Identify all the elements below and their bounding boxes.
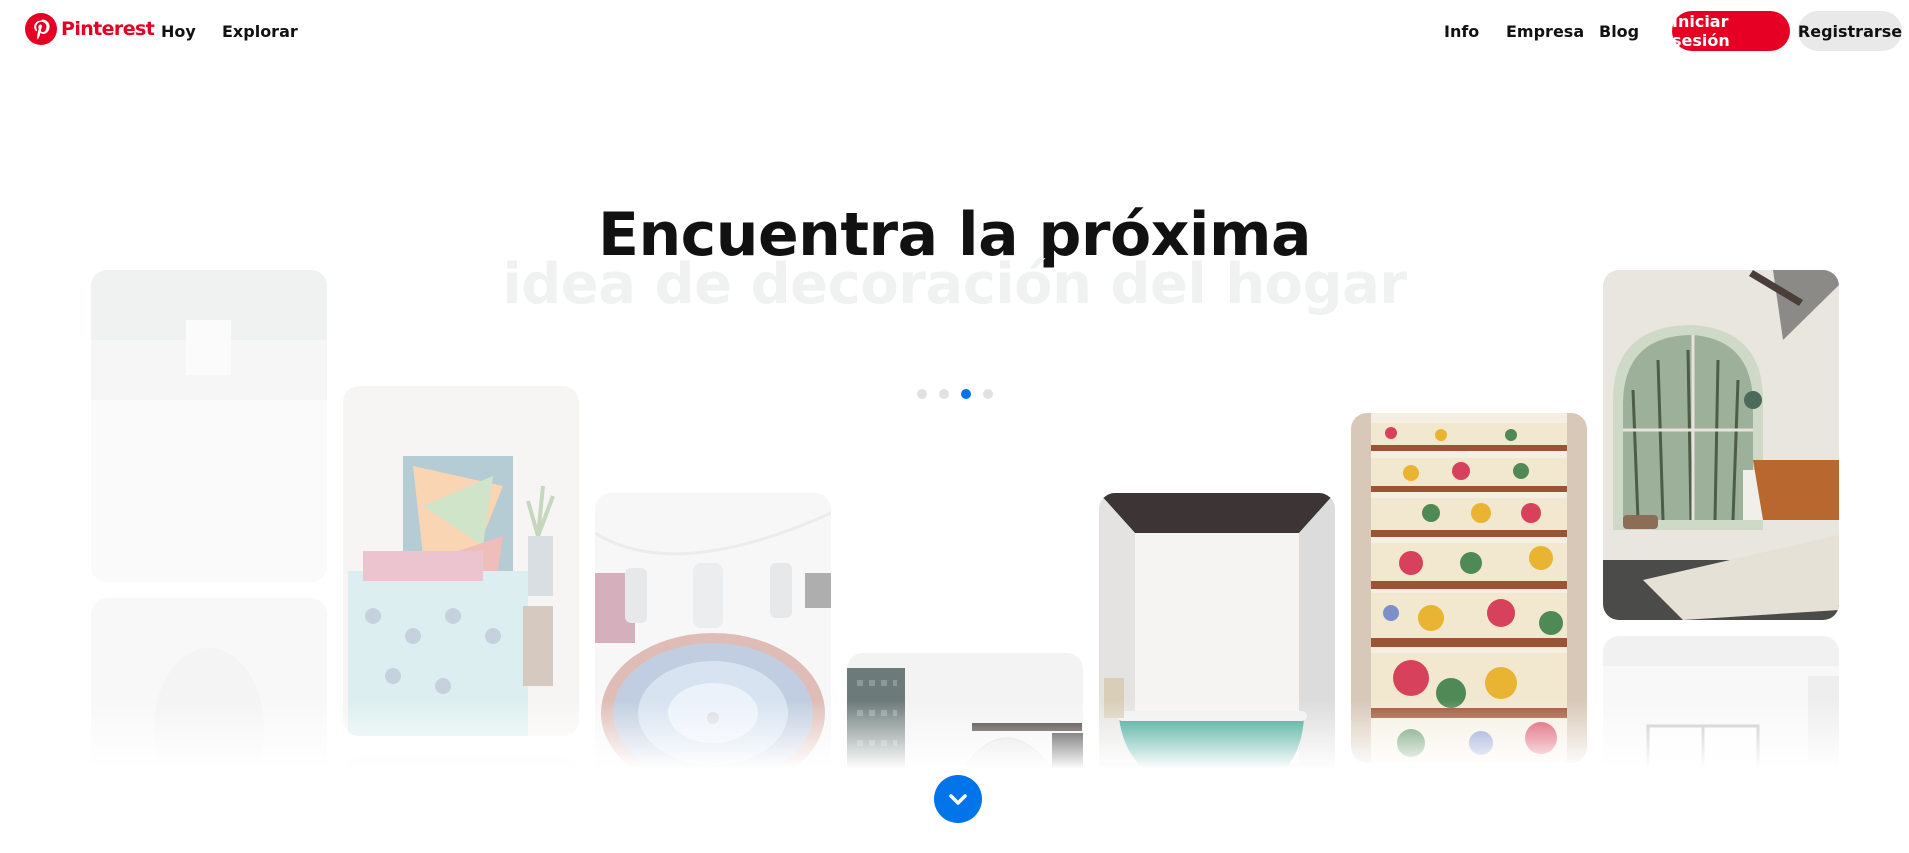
pin-teal-bathtub[interactable] xyxy=(1099,493,1335,843)
pin-marble-sink[interactable] xyxy=(595,493,831,843)
nav-today[interactable]: Hoy xyxy=(161,22,196,41)
pin-image xyxy=(1351,779,1587,853)
carousel-dots xyxy=(917,389,993,399)
pin-floral-stairs[interactable] xyxy=(1351,413,1587,763)
chevron-down-icon xyxy=(949,794,967,805)
pin-lights[interactable] xyxy=(1351,779,1587,853)
pin-image xyxy=(343,757,579,853)
pin-image xyxy=(1099,493,1335,843)
pin-image xyxy=(595,493,831,843)
scroll-down-button[interactable] xyxy=(934,775,982,823)
pin-image xyxy=(847,653,1083,853)
pin-image xyxy=(91,598,327,853)
nav-blog[interactable]: Blog xyxy=(1599,22,1639,41)
pin-bedroom-art[interactable] xyxy=(343,386,579,736)
pin-hallway-windows[interactable] xyxy=(1603,636,1839,853)
pin-image xyxy=(91,270,327,582)
nav-business[interactable]: Empresa xyxy=(1506,22,1584,41)
nav-info[interactable]: Info xyxy=(1444,22,1479,41)
signup-button[interactable]: Registrarse xyxy=(1798,11,1902,51)
pin-image xyxy=(1603,270,1839,620)
logo-text: Pinterest xyxy=(61,18,155,40)
pin-neutral-room[interactable] xyxy=(343,757,579,853)
pin-image xyxy=(1603,636,1839,853)
pin-tiled-wall[interactable] xyxy=(91,270,327,582)
carousel-dot-4[interactable] xyxy=(983,389,993,399)
pin-wallpaper[interactable] xyxy=(91,598,327,853)
pin-bathroom-arch[interactable] xyxy=(847,653,1083,853)
carousel-dot-1[interactable] xyxy=(917,389,927,399)
pinterest-logo-icon xyxy=(25,13,57,45)
carousel-dot-3[interactable] xyxy=(961,389,971,399)
pin-bedroom-window[interactable] xyxy=(1603,270,1839,620)
pin-image xyxy=(1351,413,1587,763)
pin-image xyxy=(343,386,579,736)
pinterest-logo[interactable]: Pinterest xyxy=(25,13,155,45)
carousel-dot-2[interactable] xyxy=(939,389,949,399)
login-button[interactable]: Iniciar sesión xyxy=(1672,11,1790,51)
top-header: Pinterest Hoy Explorar Info Empresa Blog… xyxy=(0,0,1909,64)
nav-explore[interactable]: Explorar xyxy=(222,22,298,41)
